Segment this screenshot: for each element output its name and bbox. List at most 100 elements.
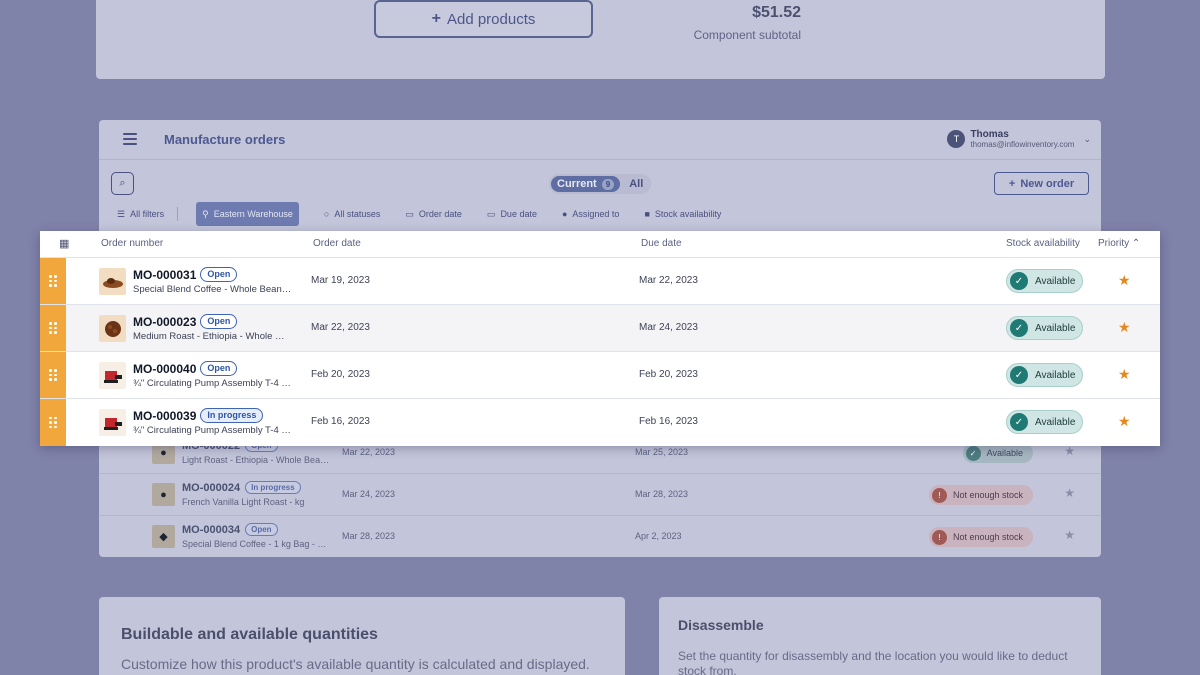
status-badge: In progress xyxy=(200,408,264,423)
stock-label: Not enough stock xyxy=(952,532,1023,542)
status-badge: Open xyxy=(200,361,238,376)
order-date: Feb 16, 2023 xyxy=(311,416,370,427)
product-thumbnail xyxy=(99,362,126,389)
column-order-date[interactable]: Order date xyxy=(313,238,361,249)
user-menu[interactable]: T Thomas thomas@inflowinventory.com ⌄ xyxy=(947,129,1091,149)
order-number: MO-000024 xyxy=(182,481,241,494)
order-date: Mar 24, 2023 xyxy=(342,489,396,499)
search-button[interactable]: ⌕ xyxy=(111,172,134,195)
priority-star-icon[interactable]: ★ xyxy=(1118,366,1131,383)
disassemble-card: Disassemble Set the quantity for disasse… xyxy=(659,597,1101,675)
product-description: ¾" Circulating Pump Assembly T-4 … xyxy=(133,425,291,436)
drag-handle-icon[interactable] xyxy=(40,399,66,446)
priority-star-icon[interactable]: ★ xyxy=(1118,319,1131,336)
stock-availability-badge: ✓ Available xyxy=(1006,363,1083,387)
due-date: Feb 16, 2023 xyxy=(639,416,698,427)
priority-star-icon[interactable]: ★ xyxy=(1118,272,1131,289)
order-number[interactable]: MO-000039 xyxy=(133,409,196,423)
user-name: Thomas xyxy=(970,129,1009,140)
order-number: MO-000034 xyxy=(182,523,241,536)
table-row[interactable]: MO-000039 In progress ¾" Circulating Pump… xyxy=(40,399,1160,446)
column-settings-icon[interactable]: ▦ xyxy=(59,237,69,250)
box-icon: ■ xyxy=(644,209,650,219)
filter-stock-availability[interactable]: ■ Stock availability xyxy=(644,209,721,219)
order-date: Mar 22, 2023 xyxy=(311,322,370,333)
user-email: thomas@inflowinventory.com xyxy=(970,140,1075,149)
card-title: Disassemble xyxy=(678,617,764,633)
filter-label: Stock availability xyxy=(654,209,722,219)
filter-label: Eastern Warehouse xyxy=(213,209,293,219)
drag-handle-icon[interactable] xyxy=(40,305,66,351)
top-card: + Add products $51.52 Component subtotal xyxy=(96,0,1105,79)
star-icon[interactable]: ★ xyxy=(1064,444,1075,458)
check-icon: ✓ xyxy=(1010,366,1028,384)
product-thumbnail xyxy=(99,409,126,436)
highlighted-orders-table: ▦ Order number Order date Due date Stock… xyxy=(40,231,1160,446)
filter-bar: ☰ All filters ⚲ Eastern Warehouse ○ All … xyxy=(117,202,746,226)
order-number[interactable]: MO-000023 xyxy=(133,315,196,329)
star-icon[interactable]: ★ xyxy=(1064,486,1075,500)
plus-icon: + xyxy=(1008,177,1016,190)
due-date: Mar 24, 2023 xyxy=(639,322,698,333)
add-products-button[interactable]: + Add products xyxy=(374,0,593,38)
table-row[interactable]: ◆ MO-000034 Open Special Blend Coffee - 1… xyxy=(99,516,1101,557)
check-icon: ✓ xyxy=(1010,413,1028,431)
order-number[interactable]: MO-000031 xyxy=(133,268,196,282)
table-row[interactable]: MO-000040 Open ¾" Circulating Pump Assemb… xyxy=(40,352,1160,399)
drag-handle-icon[interactable] xyxy=(40,258,66,304)
menu-icon[interactable] xyxy=(123,133,137,145)
filter-assigned-to[interactable]: ● Assigned to xyxy=(562,209,619,219)
tab-current[interactable]: Current 9 xyxy=(551,176,621,192)
check-icon: ✓ xyxy=(965,445,981,461)
column-due-date[interactable]: Due date xyxy=(641,238,682,249)
tab-all[interactable]: All xyxy=(623,176,649,192)
order-tabs: Current 9 All xyxy=(549,174,652,194)
product-thumbnail: ● xyxy=(152,483,175,506)
drag-handle-icon[interactable] xyxy=(40,352,66,398)
due-date: Apr 2, 2023 xyxy=(635,531,682,541)
filter-due-date[interactable]: ▭ Due date xyxy=(487,209,537,220)
filter-status[interactable]: ○ All statuses xyxy=(324,209,380,219)
product-description: Special Blend Coffee - Whole Bean… xyxy=(133,284,292,295)
column-order-number[interactable]: Order number xyxy=(101,238,163,249)
table-row[interactable]: MO-000023 Open Medium Roast - Ethiopia - … xyxy=(40,305,1160,352)
filter-location[interactable]: ⚲ Eastern Warehouse xyxy=(196,202,299,226)
new-order-button[interactable]: + New order xyxy=(994,172,1089,195)
filter-order-date[interactable]: ▭ Order date xyxy=(405,209,462,220)
add-products-label: Add products xyxy=(446,10,536,28)
stock-label: Not enough stock xyxy=(952,490,1023,500)
status-badge: In progress xyxy=(245,481,301,494)
tab-current-count: 9 xyxy=(601,178,615,190)
filter-label: All filters xyxy=(130,209,165,219)
order-date: Feb 20, 2023 xyxy=(311,369,370,380)
table-row[interactable]: ● MO-000024 In progress French Vanilla Li… xyxy=(99,474,1101,516)
stock-label: Available xyxy=(1035,322,1076,334)
card-description: Customize how this product's available q… xyxy=(121,656,590,672)
filter-label: Order date xyxy=(418,209,462,219)
card-description: Set the quantity for disassembly and the… xyxy=(678,649,1068,675)
stock-label: Available xyxy=(1035,275,1076,287)
due-date: Feb 20, 2023 xyxy=(639,369,698,380)
star-icon[interactable]: ★ xyxy=(1064,528,1075,542)
filter-label: All statuses xyxy=(334,209,381,219)
product-description: Light Roast - Ethiopia - Whole Bea… xyxy=(182,455,330,465)
stock-availability-badge: ✓ Available xyxy=(1006,316,1083,340)
plus-icon: + xyxy=(431,10,441,27)
subtotal-amount: $51.52 xyxy=(752,4,801,21)
priority-star-icon[interactable]: ★ xyxy=(1118,413,1131,430)
order-number[interactable]: MO-000040 xyxy=(133,362,196,376)
person-icon: ● xyxy=(561,209,568,219)
stock-label: Available xyxy=(1035,416,1076,428)
table-header: ▦ Order number Order date Due date Stock… xyxy=(40,231,1160,258)
stock-availability-badge: ✓ Available xyxy=(1006,269,1083,293)
product-description: Medium Roast - Ethiopia - Whole … xyxy=(133,331,285,342)
calendar-icon: ▭ xyxy=(486,208,496,219)
buildable-quantities-card: Buildable and available quantities Custo… xyxy=(99,597,625,675)
filter-all-filters[interactable]: ☰ All filters xyxy=(117,209,164,220)
column-priority[interactable]: Priority ⌃ xyxy=(1098,238,1140,249)
stock-label: Available xyxy=(1035,369,1076,381)
table-row[interactable]: MO-000031 Open Special Blend Coffee - Who… xyxy=(40,258,1160,305)
page-title: Manufacture orders xyxy=(164,132,286,147)
order-date: Mar 19, 2023 xyxy=(311,275,370,286)
column-stock-availability[interactable]: Stock availability xyxy=(1006,238,1080,249)
